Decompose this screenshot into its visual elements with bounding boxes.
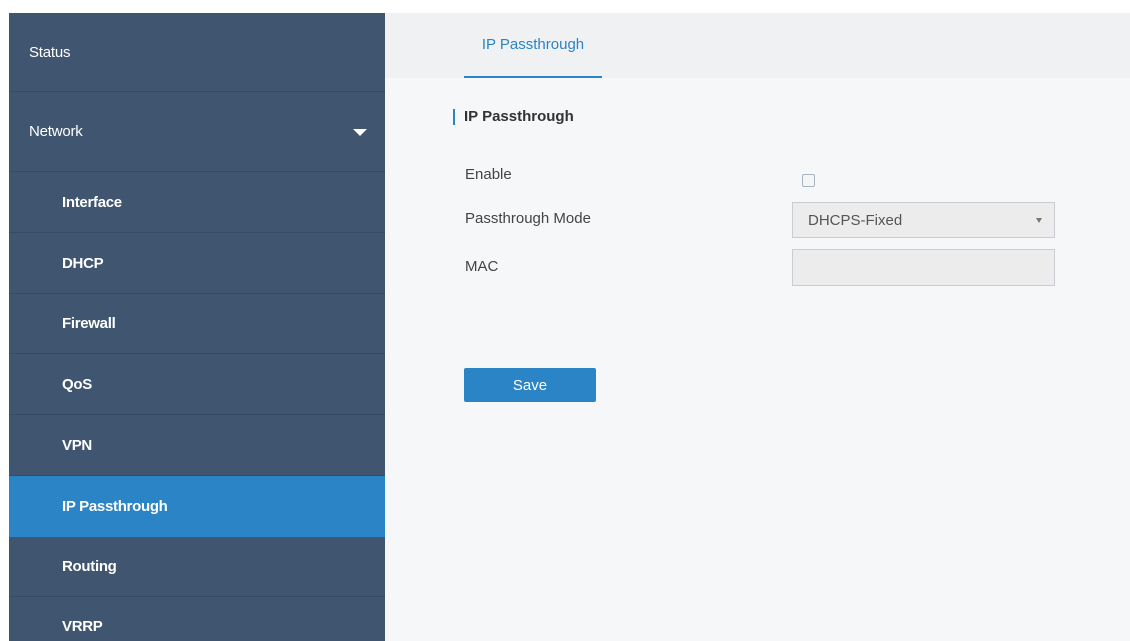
section-title: IP Passthrough: [453, 109, 574, 125]
passthrough-mode-select[interactable]: DHCPS-Fixed: [792, 202, 1055, 238]
mac-input[interactable]: [792, 249, 1055, 286]
tab-label: IP Passthrough: [481, 36, 585, 53]
chevron-down-icon: [1036, 218, 1042, 223]
enable-label: Enable: [465, 166, 512, 183]
app-frame: Status Network Interface DHCP Firewall Q…: [9, 13, 1130, 641]
sidebar-item-dhcp[interactable]: DHCP: [9, 233, 385, 294]
sidebar-item-interface[interactable]: Interface: [9, 172, 385, 233]
main-content: IP Passthrough IP Passthrough Enable Pas…: [385, 13, 1130, 641]
save-button[interactable]: Save: [464, 368, 596, 402]
sidebar-item-label: IP Passthrough: [62, 497, 168, 515]
sidebar-item-vpn[interactable]: VPN: [9, 415, 385, 476]
sidebar-item-firewall[interactable]: Firewall: [9, 294, 385, 354]
sidebar-item-label: Firewall: [62, 315, 116, 332]
sidebar: Status Network Interface DHCP Firewall Q…: [9, 13, 385, 641]
sidebar-item-label: VPN: [62, 436, 92, 454]
sidebar-item-routing[interactable]: Routing: [9, 537, 385, 597]
sidebar-item-label: VRRP: [62, 618, 103, 635]
sidebar-item-ip-passthrough[interactable]: IP Passthrough: [9, 476, 385, 537]
sidebar-item-label: Network: [29, 123, 83, 140]
tab-ip-passthrough[interactable]: IP Passthrough: [464, 13, 602, 78]
sidebar-item-label: QoS: [62, 375, 92, 393]
sidebar-item-network[interactable]: Network: [9, 92, 385, 172]
enable-checkbox[interactable]: [802, 174, 815, 187]
sidebar-item-label: Interface: [62, 193, 122, 211]
sidebar-item-vrrp[interactable]: VRRP: [9, 597, 385, 641]
sidebar-item-label: DHCP: [62, 254, 104, 272]
select-value: DHCPS-Fixed: [808, 211, 903, 229]
passthrough-mode-label: Passthrough Mode: [465, 210, 591, 227]
tab-bar: IP Passthrough: [385, 13, 1130, 78]
sidebar-item-qos[interactable]: QoS: [9, 354, 385, 415]
sidebar-item-label: Status: [29, 43, 71, 61]
caret-down-icon: [353, 128, 367, 136]
mac-label: MAC: [465, 258, 499, 275]
sidebar-item-status[interactable]: Status: [9, 13, 385, 92]
sidebar-item-label: Routing: [62, 558, 117, 575]
